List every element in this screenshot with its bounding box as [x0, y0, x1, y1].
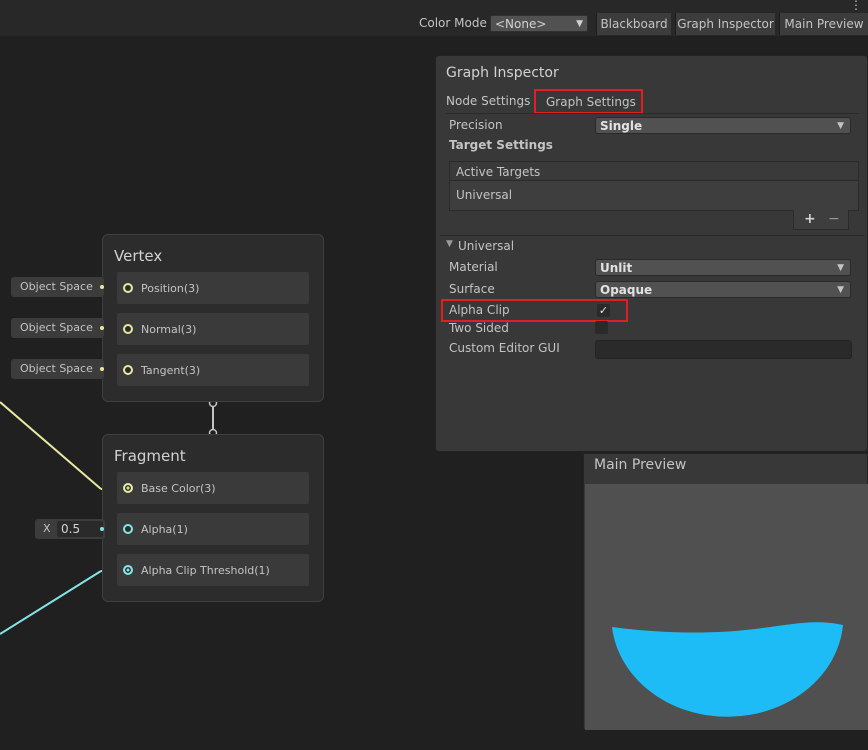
port-position[interactable]: Position(3) [117, 272, 309, 304]
preview-render [612, 622, 843, 717]
custom-editor-gui-field[interactable] [595, 340, 852, 359]
two-sided-checkbox[interactable] [595, 321, 608, 334]
alpha-clip-threshold-wire [0, 570, 102, 635]
surface-dropdown[interactable]: Opaque ▼ [595, 281, 851, 298]
active-targets-list: Active Targets Universal [449, 161, 859, 211]
active-targets-header: Active Targets [450, 162, 858, 181]
chip-label: Object Space [20, 280, 93, 293]
universal-section-label[interactable]: Universal [458, 239, 514, 253]
active-targets-header-label: Active Targets [456, 165, 541, 179]
port-normal[interactable]: Normal(3) [117, 313, 309, 345]
material-value: Unlit [600, 261, 633, 275]
material-dropdown[interactable]: Unlit ▼ [595, 259, 851, 276]
remove-target-icon[interactable]: − [828, 211, 840, 227]
add-target-icon[interactable]: + [804, 211, 816, 227]
port-connector-icon[interactable] [123, 324, 133, 334]
x-axis-label: X [43, 522, 51, 535]
chevron-down-icon: ▼ [837, 263, 844, 273]
alpha-clip-label: Alpha Clip [449, 303, 510, 317]
port-connector-icon[interactable] [123, 483, 133, 493]
tab-graph-settings-label: Graph Settings [546, 95, 636, 109]
chip-dot-icon [100, 367, 104, 371]
main-preview-title: Main Preview [594, 457, 687, 473]
chip-label: Object Space [20, 362, 93, 375]
port-alpha-clip-threshold[interactable]: Alpha Clip Threshold(1) [117, 554, 309, 586]
main-preview-panel: Main Preview [583, 453, 868, 730]
alpha-value-field[interactable]: 0.5 [57, 521, 103, 537]
custom-editor-gui-label: Custom Editor GUI [449, 341, 560, 355]
port-connector-icon[interactable] [123, 283, 133, 293]
fragment-node[interactable]: Fragment Base Color(3) Alpha(1) Alpha Cl… [102, 434, 324, 602]
clipped-sphere-shape [612, 622, 843, 717]
chip-label: Object Space [20, 321, 93, 334]
chip-dot-icon [100, 527, 104, 531]
port-label: Tangent(3) [141, 364, 201, 377]
tab-node-settings[interactable]: Node Settings [446, 94, 530, 108]
object-space-chip-position[interactable]: Object Space [11, 277, 104, 297]
two-sided-label: Two Sided [449, 321, 509, 335]
graph-inspector-panel: Graph Inspector Node Settings Graph Sett… [435, 55, 868, 452]
vertex-node-title: Vertex [114, 247, 163, 265]
port-base-color[interactable]: Base Color(3) [117, 472, 309, 504]
alpha-input-chip[interactable]: X 0.5 [35, 519, 105, 539]
tab-graph-settings[interactable]: Graph Settings [534, 89, 643, 114]
chevron-down-icon: ▼ [837, 285, 844, 295]
port-tangent[interactable]: Tangent(3) [117, 354, 309, 386]
list-footer: + − [793, 210, 849, 230]
port-label: Position(3) [141, 282, 200, 295]
port-connector-icon[interactable] [123, 565, 133, 575]
alpha-clip-checkbox[interactable]: ✓ [597, 304, 610, 317]
divider [440, 235, 865, 236]
base-color-wire [0, 401, 102, 490]
preview-viewport[interactable] [585, 484, 868, 730]
port-connector-icon[interactable] [123, 524, 133, 534]
inspector-title: Graph Inspector [446, 65, 559, 81]
port-connector-icon[interactable] [123, 365, 133, 375]
material-label: Material [449, 260, 498, 274]
object-space-chip-tangent[interactable]: Object Space [11, 359, 104, 379]
precision-dropdown[interactable]: Single ▼ [595, 117, 851, 134]
surface-label: Surface [449, 282, 495, 296]
foldout-arrow-icon[interactable]: ▼ [446, 239, 453, 249]
port-label: Base Color(3) [141, 482, 216, 495]
active-target-universal[interactable]: Universal [456, 188, 512, 202]
port-label: Alpha Clip Threshold(1) [141, 564, 270, 577]
alpha-clip-row-highlight: Alpha Clip ✓ [441, 299, 628, 322]
precision-label: Precision [449, 118, 503, 132]
port-label: Alpha(1) [141, 523, 188, 536]
object-space-chip-normal[interactable]: Object Space [11, 318, 104, 338]
divider [446, 113, 859, 114]
fragment-node-title: Fragment [114, 447, 186, 465]
vertex-node[interactable]: Vertex Position(3) Normal(3) Tangent(3) [102, 234, 324, 402]
surface-value: Opaque [600, 283, 653, 297]
chip-dot-icon [100, 326, 104, 330]
chevron-down-icon: ▼ [837, 121, 844, 131]
target-settings-heading: Target Settings [449, 138, 553, 152]
port-alpha[interactable]: Alpha(1) [117, 513, 309, 545]
precision-value: Single [600, 119, 643, 133]
chip-dot-icon [100, 285, 104, 289]
port-label: Normal(3) [141, 323, 197, 336]
